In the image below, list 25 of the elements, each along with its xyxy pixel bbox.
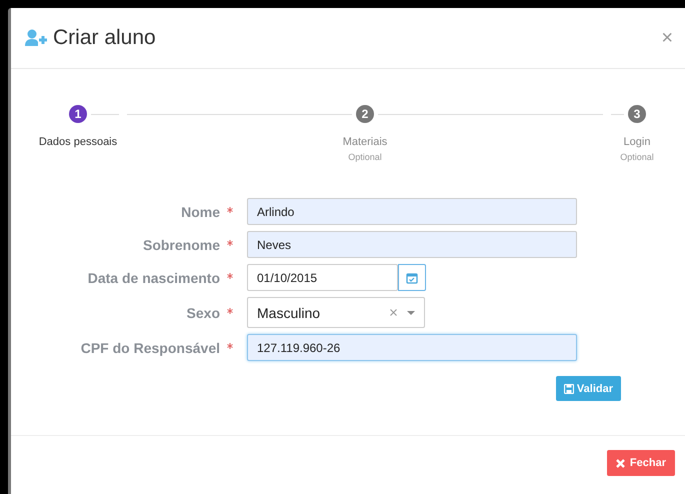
step-label: Login — [624, 136, 650, 148]
step-number[interactable]: 3 — [628, 105, 646, 123]
dialog-title: Criar aluno — [53, 26, 157, 50]
field-label: Sobrenome — [142, 236, 220, 252]
step-label: Dados pessoais — [38, 136, 118, 148]
calendar-button[interactable] — [398, 264, 426, 291]
text-field[interactable]: Neves — [247, 231, 577, 258]
field-label: Nome — [181, 204, 220, 220]
step-number[interactable]: 1 — [69, 105, 87, 123]
close-icon — [616, 458, 625, 468]
date-field[interactable]: 01/10/2015 — [247, 264, 398, 291]
caret-icon[interactable] — [407, 310, 415, 314]
calendar-icon — [406, 272, 418, 284]
field-label: CPF do Responsável — [80, 340, 220, 356]
text-field[interactable]: Arlindo — [247, 198, 577, 225]
select-field[interactable]: Masculino — [247, 297, 425, 328]
step-sublabel: Optional — [620, 152, 654, 162]
text-field[interactable]: 127.119.960-26 — [247, 334, 577, 361]
step-number[interactable]: 2 — [356, 105, 374, 123]
field-label: Sexo — [186, 304, 220, 320]
clear-icon[interactable] — [390, 309, 397, 316]
add-user-icon — [25, 29, 47, 47]
step-label: Materiais — [342, 136, 388, 148]
step-sublabel: Optional — [348, 152, 382, 162]
field-label: Data de nascimento — [88, 270, 220, 286]
